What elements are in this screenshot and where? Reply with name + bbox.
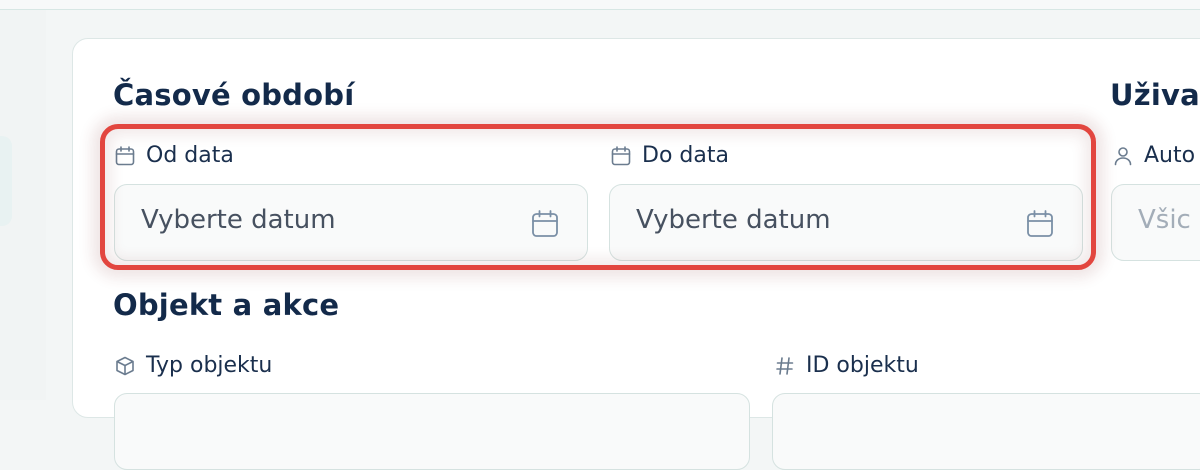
calendar-icon[interactable]	[1026, 209, 1054, 239]
author-placeholder: Všic	[1138, 205, 1191, 235]
cube-icon	[114, 355, 136, 377]
from-date-placeholder: Vyberte datum	[141, 205, 336, 235]
calendar-icon	[610, 145, 632, 167]
top-bar	[0, 0, 1200, 10]
to-date-placeholder: Vyberte datum	[636, 205, 831, 235]
time-period-title: Časové období	[113, 78, 355, 112]
object-id-input[interactable]	[772, 393, 1200, 470]
sidebar	[0, 10, 46, 400]
author-select[interactable]: Všic	[1111, 184, 1200, 261]
object-action-title: Objekt a akce	[113, 288, 340, 322]
to-date-input[interactable]: Vyberte datum	[609, 184, 1083, 261]
object-id-label: ID objektu	[774, 353, 919, 378]
author-label: Auto	[1112, 143, 1195, 168]
to-date-label-text: Do data	[642, 143, 729, 168]
calendar-icon	[114, 145, 136, 167]
object-id-label-text: ID objektu	[806, 353, 919, 378]
object-type-label: Typ objektu	[114, 353, 272, 378]
sidebar-active-item[interactable]	[0, 136, 12, 226]
from-date-label: Od data	[114, 143, 234, 168]
calendar-icon[interactable]	[531, 209, 559, 239]
from-date-input[interactable]: Vyberte datum	[114, 184, 588, 261]
to-date-label: Do data	[610, 143, 729, 168]
object-type-label-text: Typ objektu	[146, 353, 273, 378]
object-type-select[interactable]	[114, 393, 750, 470]
hash-icon	[774, 355, 796, 377]
user-icon	[1112, 145, 1134, 167]
from-date-label-text: Od data	[146, 143, 234, 168]
user-section-title: Uživat	[1110, 78, 1200, 112]
author-label-text: Auto	[1144, 143, 1196, 168]
